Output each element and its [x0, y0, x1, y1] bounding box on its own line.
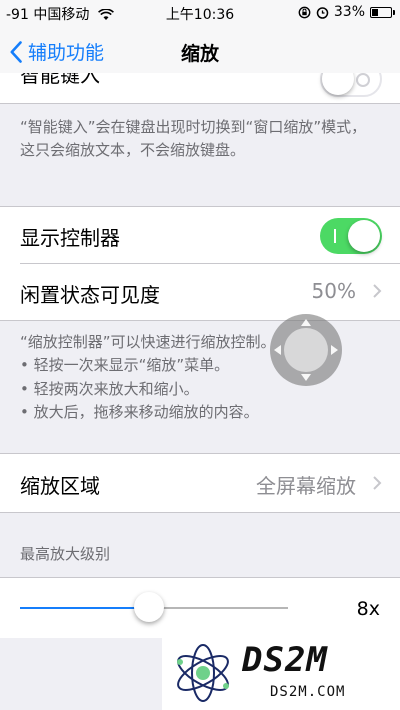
max-zoom-slider-cell: 8x	[0, 578, 400, 638]
zoom-controller[interactable]	[270, 314, 342, 386]
toggle-knob	[322, 73, 354, 95]
battery-level	[372, 8, 378, 16]
page-title: 缩放	[180, 43, 219, 65]
max-zoom-value: 8x	[356, 598, 380, 620]
slider-fill	[20, 607, 149, 609]
arrow-left-icon	[274, 345, 281, 355]
atom-logo-icon	[177, 644, 229, 702]
max-zoom-section: 最高放大级别	[0, 513, 400, 577]
alarm-icon	[316, 6, 329, 19]
smart-typing-cell: 智能键入	[0, 73, 400, 103]
show-controller-cell: 显示控制器	[0, 207, 400, 263]
show-controller-toggle[interactable]	[320, 218, 382, 254]
idle-visibility-label: 闲置状态可见度	[20, 283, 160, 307]
smart-typing-description: “智能键入”会在键盘出现时切换到“窗口缩放”模式，这只会缩放文本，不会缩放键盘。	[20, 118, 367, 160]
arrow-up-icon	[301, 319, 311, 326]
rotation-lock-icon	[298, 6, 311, 18]
zoom-settings-screen: -91 中国移动 上午10:36 33% 辅助功能 缩放 智能键入 “智能键入”…	[0, 0, 400, 710]
max-zoom-header: 最高放大级别	[20, 545, 111, 563]
zoom-region-label: 缩放区域	[20, 474, 100, 498]
battery-icon	[370, 6, 395, 18]
toggle-off-indicator	[356, 73, 370, 87]
zoom-region-cell[interactable]: 缩放区域 全屏幕缩放	[0, 454, 400, 512]
controller-notes-bullet: • 轻按两次来放大和缩小。	[20, 379, 199, 398]
status-icons: 33%	[298, 4, 395, 20]
idle-visibility-value: 50%	[311, 279, 356, 303]
show-controller-label: 显示控制器	[20, 226, 120, 250]
controller-notes-bullet: • 放大后，拖移来移动缩放的内容。	[20, 402, 259, 421]
chevron-right-icon	[373, 476, 382, 490]
status-bar: -91 中国移动 上午10:36 33%	[0, 0, 400, 26]
chevron-right-icon	[373, 284, 382, 298]
battery-percent: 33%	[333, 4, 365, 20]
toggle-on-indicator	[334, 229, 336, 243]
toggle-knob	[348, 220, 380, 252]
zoom-controller-center	[284, 328, 328, 372]
arrow-down-icon	[301, 374, 311, 381]
watermark: DS2M DS2M.COM	[162, 636, 400, 710]
zoom-region-value: 全屏幕缩放	[256, 474, 356, 498]
watermark-url: DS2M.COM	[270, 684, 346, 700]
arrow-right-icon	[331, 345, 338, 355]
smart-typing-label: 智能键入	[20, 73, 100, 87]
max-zoom-slider-thumb[interactable]	[133, 592, 164, 622]
watermark-text: DS2M	[242, 640, 328, 680]
smart-typing-toggle[interactable]	[320, 73, 382, 97]
idle-visibility-cell[interactable]: 闲置状态可见度 50%	[0, 264, 400, 320]
